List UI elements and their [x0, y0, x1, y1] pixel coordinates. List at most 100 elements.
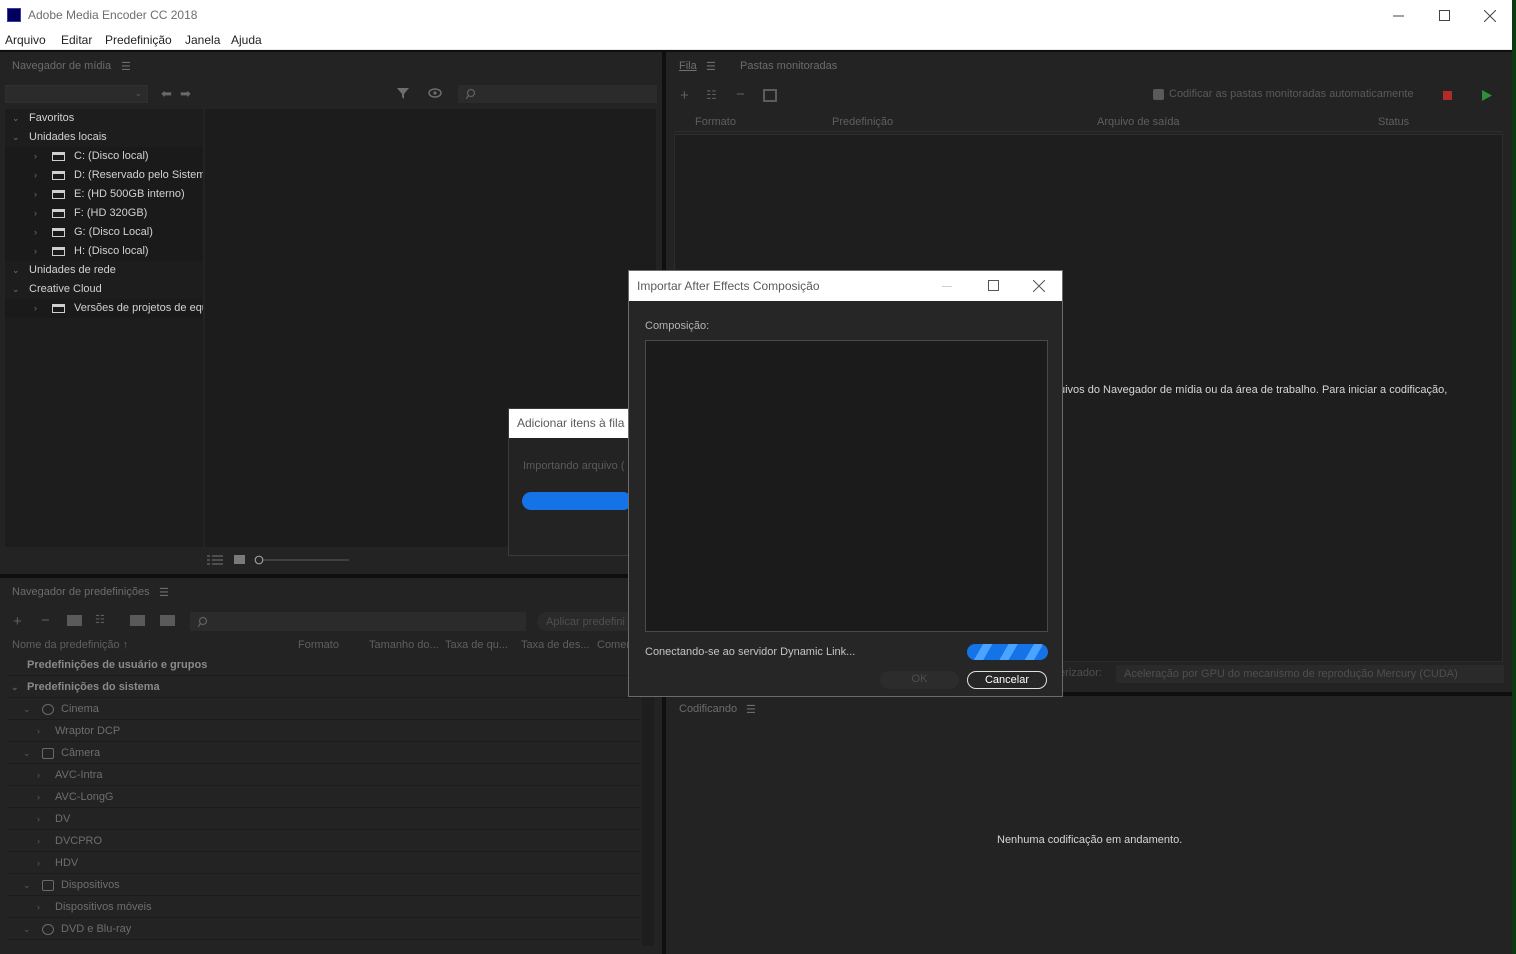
- chevron-right-icon[interactable]: ›: [34, 204, 37, 223]
- preset-row[interactable]: ⌄ DVD e Blu-ray: [8, 919, 640, 940]
- remove-preset-icon[interactable]: −: [41, 612, 50, 629]
- composition-list[interactable]: [645, 340, 1048, 632]
- chevron-down-icon[interactable]: ⌄: [12, 109, 20, 128]
- column-header-name[interactable]: Nome da predefinição ↑: [12, 639, 128, 651]
- add-source-icon[interactable]: +: [680, 87, 689, 104]
- minimize-icon[interactable]: [942, 286, 952, 287]
- panel-menu-icon[interactable]: ☰: [121, 60, 131, 73]
- chevron-down-icon[interactable]: ⌄: [23, 699, 31, 720]
- maximize-button[interactable]: [1421, 0, 1467, 31]
- tree-item[interactable]: › F: (HD 320GB): [5, 204, 203, 223]
- tree-item[interactable]: ⌄ Creative Cloud: [5, 280, 203, 299]
- renderer-dropdown[interactable]: Aceleração por GPU do mecanismo de repro…: [1116, 665, 1504, 683]
- filter-icon[interactable]: [397, 87, 410, 100]
- chevron-down-icon[interactable]: ⌄: [12, 128, 20, 147]
- tree-item[interactable]: › D: (Reservado pelo Sistema: [5, 166, 203, 185]
- chevron-right-icon[interactable]: ›: [37, 787, 40, 808]
- tree-item[interactable]: › G: (Disco Local): [5, 223, 203, 242]
- tree-item[interactable]: ⌄ Unidades de rede: [5, 261, 203, 280]
- cancel-button[interactable]: Cancelar: [967, 671, 1047, 689]
- chevron-down-icon[interactable]: ⌄: [23, 743, 31, 764]
- panel-menu-icon[interactable]: ☰: [159, 586, 169, 599]
- preset-search-input[interactable]: [190, 612, 526, 631]
- tree-item[interactable]: › H: (Disco local): [5, 242, 203, 261]
- column-header-quality[interactable]: Taxa de qu...: [445, 639, 508, 651]
- chevron-right-icon[interactable]: ›: [34, 223, 37, 242]
- close-button[interactable]: [1467, 0, 1513, 31]
- chevron-right-icon[interactable]: ›: [37, 721, 40, 742]
- chevron-right-icon[interactable]: ›: [37, 765, 40, 786]
- column-status[interactable]: Status: [1378, 116, 1409, 128]
- column-predefinicao[interactable]: Predefinição: [832, 116, 893, 128]
- ok-button[interactable]: OK: [880, 671, 959, 689]
- preset-row[interactable]: › AVC-Intra: [8, 765, 640, 786]
- chevron-down-icon[interactable]: ⌄: [23, 919, 31, 940]
- start-queue-button[interactable]: [1482, 90, 1492, 101]
- menu-janela[interactable]: Janela: [185, 33, 220, 47]
- preset-scrollbar[interactable]: [642, 656, 654, 946]
- column-header-rate[interactable]: Taxa de des...: [521, 639, 590, 651]
- preset-row[interactable]: › AVC-LongG: [8, 787, 640, 808]
- chevron-down-icon[interactable]: ⌄: [23, 875, 31, 896]
- chevron-right-icon[interactable]: ›: [37, 897, 40, 918]
- preset-row[interactable]: ⌄ Câmera: [8, 743, 640, 764]
- preset-row[interactable]: › HDV: [8, 853, 640, 874]
- folder-icon[interactable]: [67, 615, 82, 626]
- duplicate-icon[interactable]: [763, 89, 777, 102]
- chevron-down-icon[interactable]: ⌄: [12, 261, 20, 280]
- chevron-right-icon[interactable]: ›: [34, 147, 37, 166]
- menu-predefinicao[interactable]: Predefinição: [105, 33, 172, 47]
- column-header-comment[interactable]: Comen: [597, 639, 629, 651]
- back-arrow-icon[interactable]: ⬅: [161, 86, 172, 102]
- menu-editar[interactable]: Editar: [61, 33, 92, 47]
- chevron-right-icon[interactable]: ›: [37, 831, 40, 852]
- settings-icon[interactable]: ☷: [95, 613, 105, 626]
- chevron-down-icon[interactable]: ⌄: [12, 280, 20, 299]
- column-formato[interactable]: Formato: [695, 116, 736, 128]
- tab-pastas-monitoradas[interactable]: Pastas monitoradas: [740, 60, 837, 72]
- forward-arrow-icon[interactable]: ➡: [180, 86, 191, 102]
- zoom-slider[interactable]: [254, 555, 350, 565]
- chevron-right-icon[interactable]: ›: [37, 809, 40, 830]
- tree-item[interactable]: › E: (HD 500GB interno): [5, 185, 203, 204]
- tree-item[interactable]: ⌄ Unidades locais: [5, 128, 203, 147]
- tree-item[interactable]: ⌄ Favoritos: [5, 109, 203, 128]
- panel-menu-icon[interactable]: ☰: [746, 703, 756, 716]
- minimize-button[interactable]: [1375, 0, 1421, 31]
- preset-row[interactable]: › Dispositivos móveis: [8, 897, 640, 918]
- column-arquivo-saida[interactable]: Arquivo de saída: [1097, 116, 1180, 128]
- preset-row[interactable]: ⌄ Predefinições do sistema: [8, 677, 640, 698]
- preset-row[interactable]: ⌄ Cinema: [8, 699, 640, 720]
- import-preset-icon[interactable]: [130, 615, 145, 626]
- tree-item[interactable]: › C: (Disco local): [5, 147, 203, 166]
- close-icon[interactable]: [1033, 280, 1045, 292]
- media-search-input[interactable]: [458, 85, 657, 103]
- eye-icon[interactable]: [428, 88, 442, 98]
- chevron-right-icon[interactable]: ›: [34, 299, 37, 318]
- tab-fila[interactable]: Fila: [679, 60, 697, 72]
- panel-menu-icon[interactable]: ☰: [706, 60, 716, 73]
- tree-item[interactable]: › Versões de projetos de equ: [5, 299, 203, 318]
- preset-row[interactable]: › DVCPRO: [8, 831, 640, 852]
- chevron-down-icon[interactable]: ⌄: [11, 677, 19, 698]
- column-header-format[interactable]: Formato: [298, 639, 339, 651]
- apply-preset-button[interactable]: Aplicar predefini: [537, 612, 637, 631]
- chevron-right-icon[interactable]: ›: [34, 166, 37, 185]
- preset-row[interactable]: ⌄ Dispositivos: [8, 875, 640, 896]
- chevron-right-icon[interactable]: ›: [37, 853, 40, 874]
- preset-row[interactable]: Predefinições de usuário e grupos: [8, 655, 640, 676]
- list-view-icon[interactable]: [207, 555, 223, 565]
- menu-arquivo[interactable]: Arquivo: [5, 33, 46, 47]
- remove-icon[interactable]: −: [736, 86, 745, 103]
- preset-row[interactable]: › DV: [8, 809, 640, 830]
- export-preset-icon[interactable]: [160, 615, 175, 626]
- add-preset-icon[interactable]: +: [13, 613, 22, 630]
- queue-settings-icon[interactable]: ☷: [706, 88, 717, 102]
- auto-encode-checkbox[interactable]: [1153, 89, 1164, 100]
- thumbnail-view-icon[interactable]: [234, 555, 245, 564]
- menu-ajuda[interactable]: Ajuda: [231, 33, 262, 47]
- chevron-right-icon[interactable]: ›: [34, 242, 37, 261]
- chevron-right-icon[interactable]: ›: [34, 185, 37, 204]
- column-header-size[interactable]: Tamanho do...: [369, 639, 439, 651]
- location-dropdown[interactable]: ⌄: [5, 85, 148, 103]
